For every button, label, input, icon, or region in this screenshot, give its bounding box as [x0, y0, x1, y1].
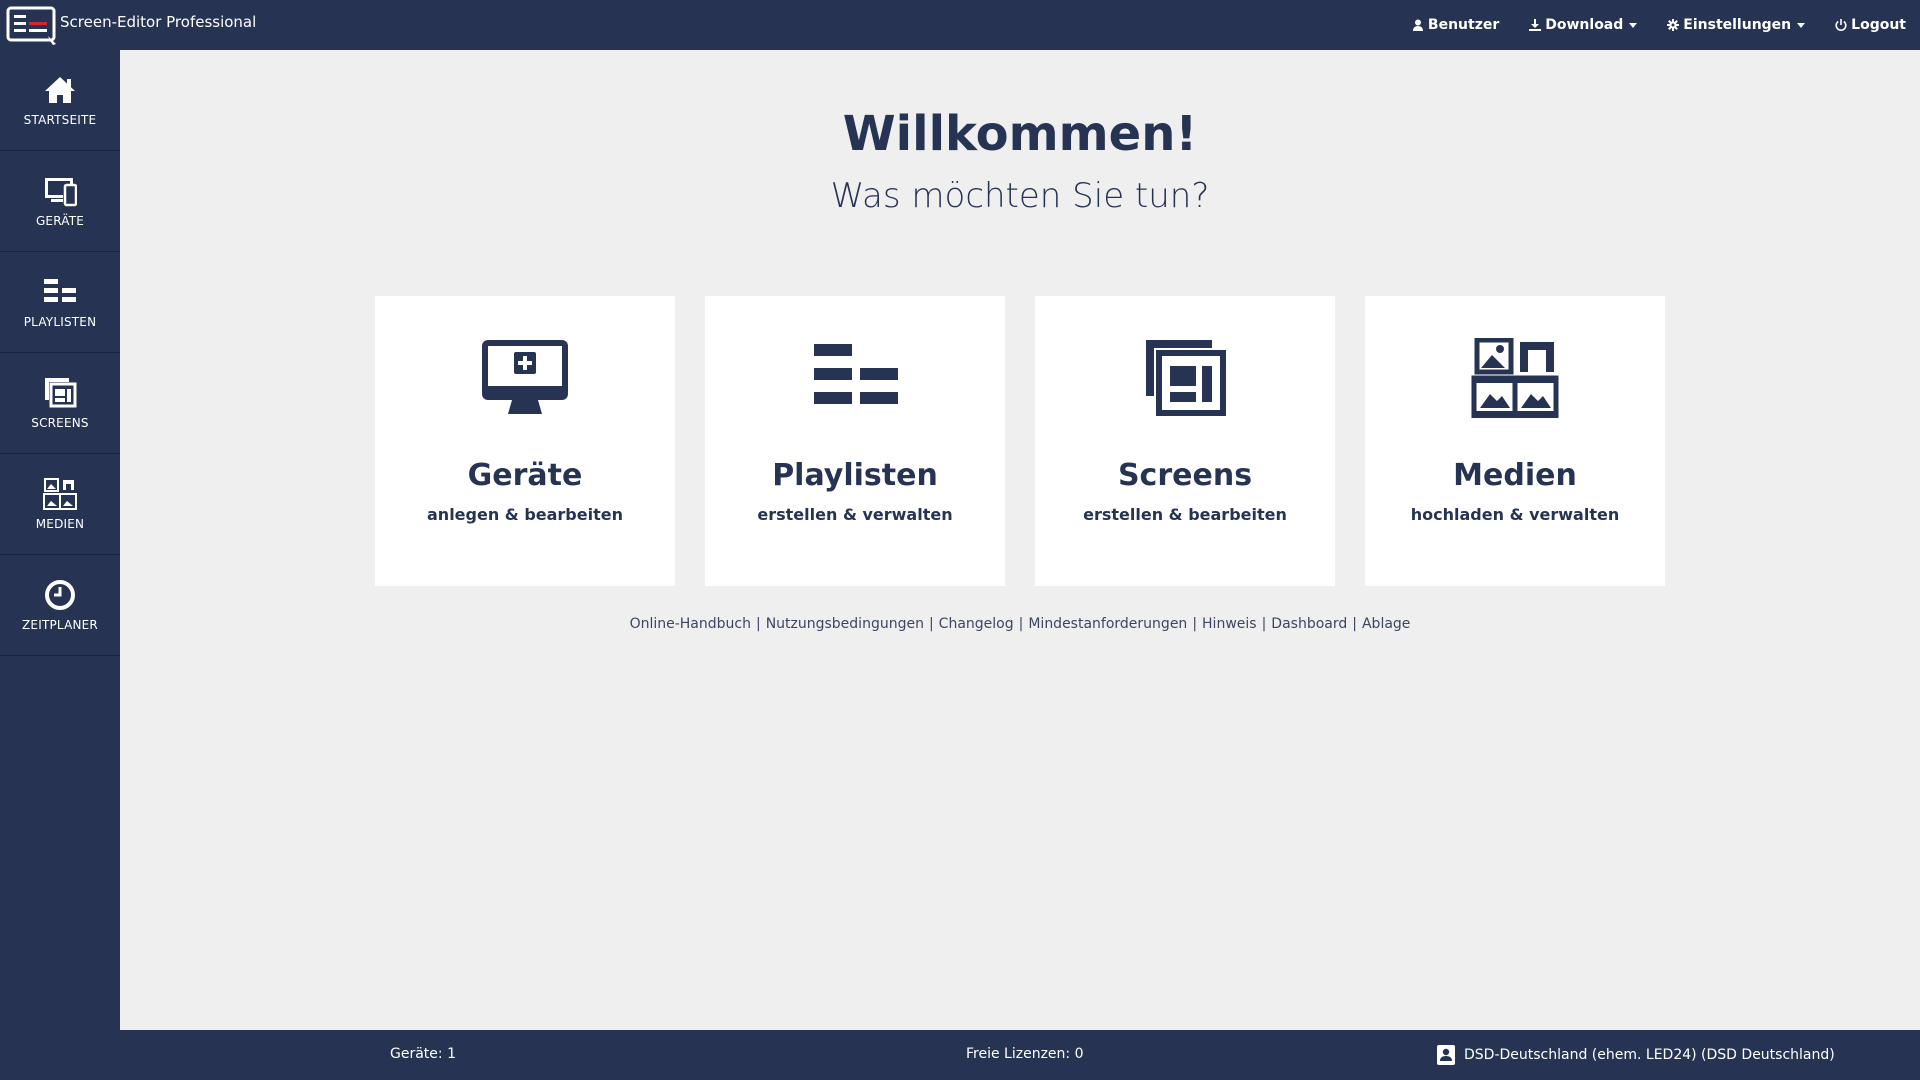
- page-subtitle: Was möchten Sie tun?: [830, 176, 1210, 216]
- settings-menu-label: Einstellungen: [1683, 17, 1792, 33]
- card-subtitle: hochladen & verwalten: [1410, 505, 1620, 524]
- card-subtitle: anlegen & bearbeiten: [427, 505, 623, 524]
- download-menu-label: Download: [1545, 17, 1624, 33]
- action-cards: Geräte anlegen & bearbeiten Playlisten e…: [375, 296, 1665, 586]
- gear-icon: [1667, 19, 1680, 31]
- footer-links: Online-Handbuch | Nutzungsbedingungen | Chan…: [120, 616, 1920, 632]
- sidebar-item-zeitplaner[interactable]: ZEITPLANER: [0, 555, 120, 656]
- user-menu[interactable]: Benutzer: [1412, 17, 1499, 33]
- card-subtitle: erstellen & verwalten: [757, 505, 953, 524]
- screens-icon: [45, 378, 77, 408]
- card-medien[interactable]: Medien hochladen & verwalten: [1365, 296, 1665, 586]
- playlist-icon: [814, 344, 898, 404]
- clock-icon: [45, 580, 75, 610]
- download-icon: [1529, 19, 1542, 31]
- link-separator: |: [755, 616, 761, 632]
- sidebar: STARTSEITE GERÄTE PLAYLISTEN SCREENS MED…: [0, 50, 120, 1080]
- card-screens[interactable]: Screens erstellen & bearbeiten: [1035, 296, 1335, 586]
- screens-icon: [1146, 340, 1226, 416]
- link-mindestanforderungen[interactable]: Mindestanforderungen: [1028, 616, 1187, 632]
- contact-card-icon: [1437, 1045, 1455, 1065]
- media-icon: [1471, 338, 1559, 418]
- monitor-add-icon: [482, 340, 568, 414]
- power-icon: [1835, 19, 1847, 31]
- card-subtitle: erstellen & bearbeiten: [1083, 505, 1287, 524]
- sidebar-item-label: SCREENS: [31, 416, 89, 430]
- user-menu-label: Benutzer: [1427, 17, 1500, 33]
- settings-menu[interactable]: Einstellungen: [1667, 17, 1806, 33]
- top-bar: Screen-Editor Professional Benutzer Down…: [0, 0, 1920, 50]
- chevron-down-icon: [1629, 22, 1638, 28]
- download-menu[interactable]: Download: [1529, 17, 1638, 33]
- card-playlisten[interactable]: Playlisten erstellen & verwalten: [705, 296, 1005, 586]
- link-online-handbuch[interactable]: Online-Handbuch: [630, 616, 751, 632]
- link-separator: |: [1261, 616, 1267, 632]
- link-nutzungsbedingungen[interactable]: Nutzungsbedingungen: [766, 616, 924, 632]
- top-nav: Benutzer Download Einstellungen Logout: [1412, 0, 1906, 50]
- page-title: Willkommen!: [842, 106, 1198, 162]
- sidebar-item-label: GERÄTE: [35, 214, 85, 228]
- link-separator: |: [1352, 616, 1357, 632]
- card-title: Screens: [1117, 458, 1253, 493]
- sidebar-item-label: STARTSEITE: [23, 113, 97, 127]
- sidebar-item-startseite[interactable]: STARTSEITE: [0, 50, 120, 151]
- status-bar: Geräte: 1 Freie Lizenzen: 0 DSD-Deutschl…: [120, 1030, 1920, 1080]
- free-licenses: Freie Lizenzen: 0: [966, 1046, 1084, 1062]
- link-ablage[interactable]: Ablage: [1362, 616, 1410, 632]
- card-geraete[interactable]: Geräte anlegen & bearbeiten: [375, 296, 675, 586]
- link-dashboard[interactable]: Dashboard: [1271, 616, 1347, 632]
- device-count: Geräte: 1: [390, 1046, 456, 1062]
- main-content: Willkommen! Was möchten Sie tun? Geräte …: [120, 50, 1920, 1030]
- sidebar-item-medien[interactable]: MEDIEN: [0, 454, 120, 555]
- link-hinweis[interactable]: Hinweis: [1202, 616, 1257, 632]
- link-changelog[interactable]: Changelog: [939, 616, 1014, 632]
- chevron-down-icon: [1797, 22, 1806, 28]
- link-separator: |: [928, 616, 934, 632]
- devices-icon: [45, 178, 77, 207]
- card-title: Playlisten: [772, 458, 938, 493]
- user-icon: [1412, 19, 1423, 31]
- sidebar-item-label: MEDIEN: [35, 517, 85, 531]
- playlist-icon: [44, 279, 76, 302]
- company-info: DSD-Deutschland (ehem. LED24) (DSD Deuts…: [1436, 1044, 1835, 1066]
- link-separator: |: [1192, 616, 1198, 632]
- sidebar-item-label: PLAYLISTEN: [23, 315, 97, 329]
- sidebar-item-screens[interactable]: SCREENS: [0, 353, 120, 454]
- link-separator: |: [1018, 616, 1024, 632]
- home-icon: [45, 77, 75, 103]
- app-logo-icon[interactable]: [6, 6, 58, 46]
- card-title: Medien: [1453, 458, 1577, 493]
- sidebar-item-playlisten[interactable]: PLAYLISTEN: [0, 252, 120, 353]
- company-name: DSD-Deutschland (ehem. LED24) (DSD Deuts…: [1464, 1047, 1835, 1063]
- card-title: Geräte: [467, 458, 583, 493]
- media-icon: [43, 478, 77, 510]
- logout-label: Logout: [1851, 17, 1906, 33]
- sidebar-item-label: ZEITPLANER: [22, 618, 98, 632]
- logout-button[interactable]: Logout: [1835, 17, 1906, 33]
- app-title: Screen-Editor Professional: [60, 13, 257, 31]
- sidebar-item-geraete[interactable]: GERÄTE: [0, 151, 120, 252]
